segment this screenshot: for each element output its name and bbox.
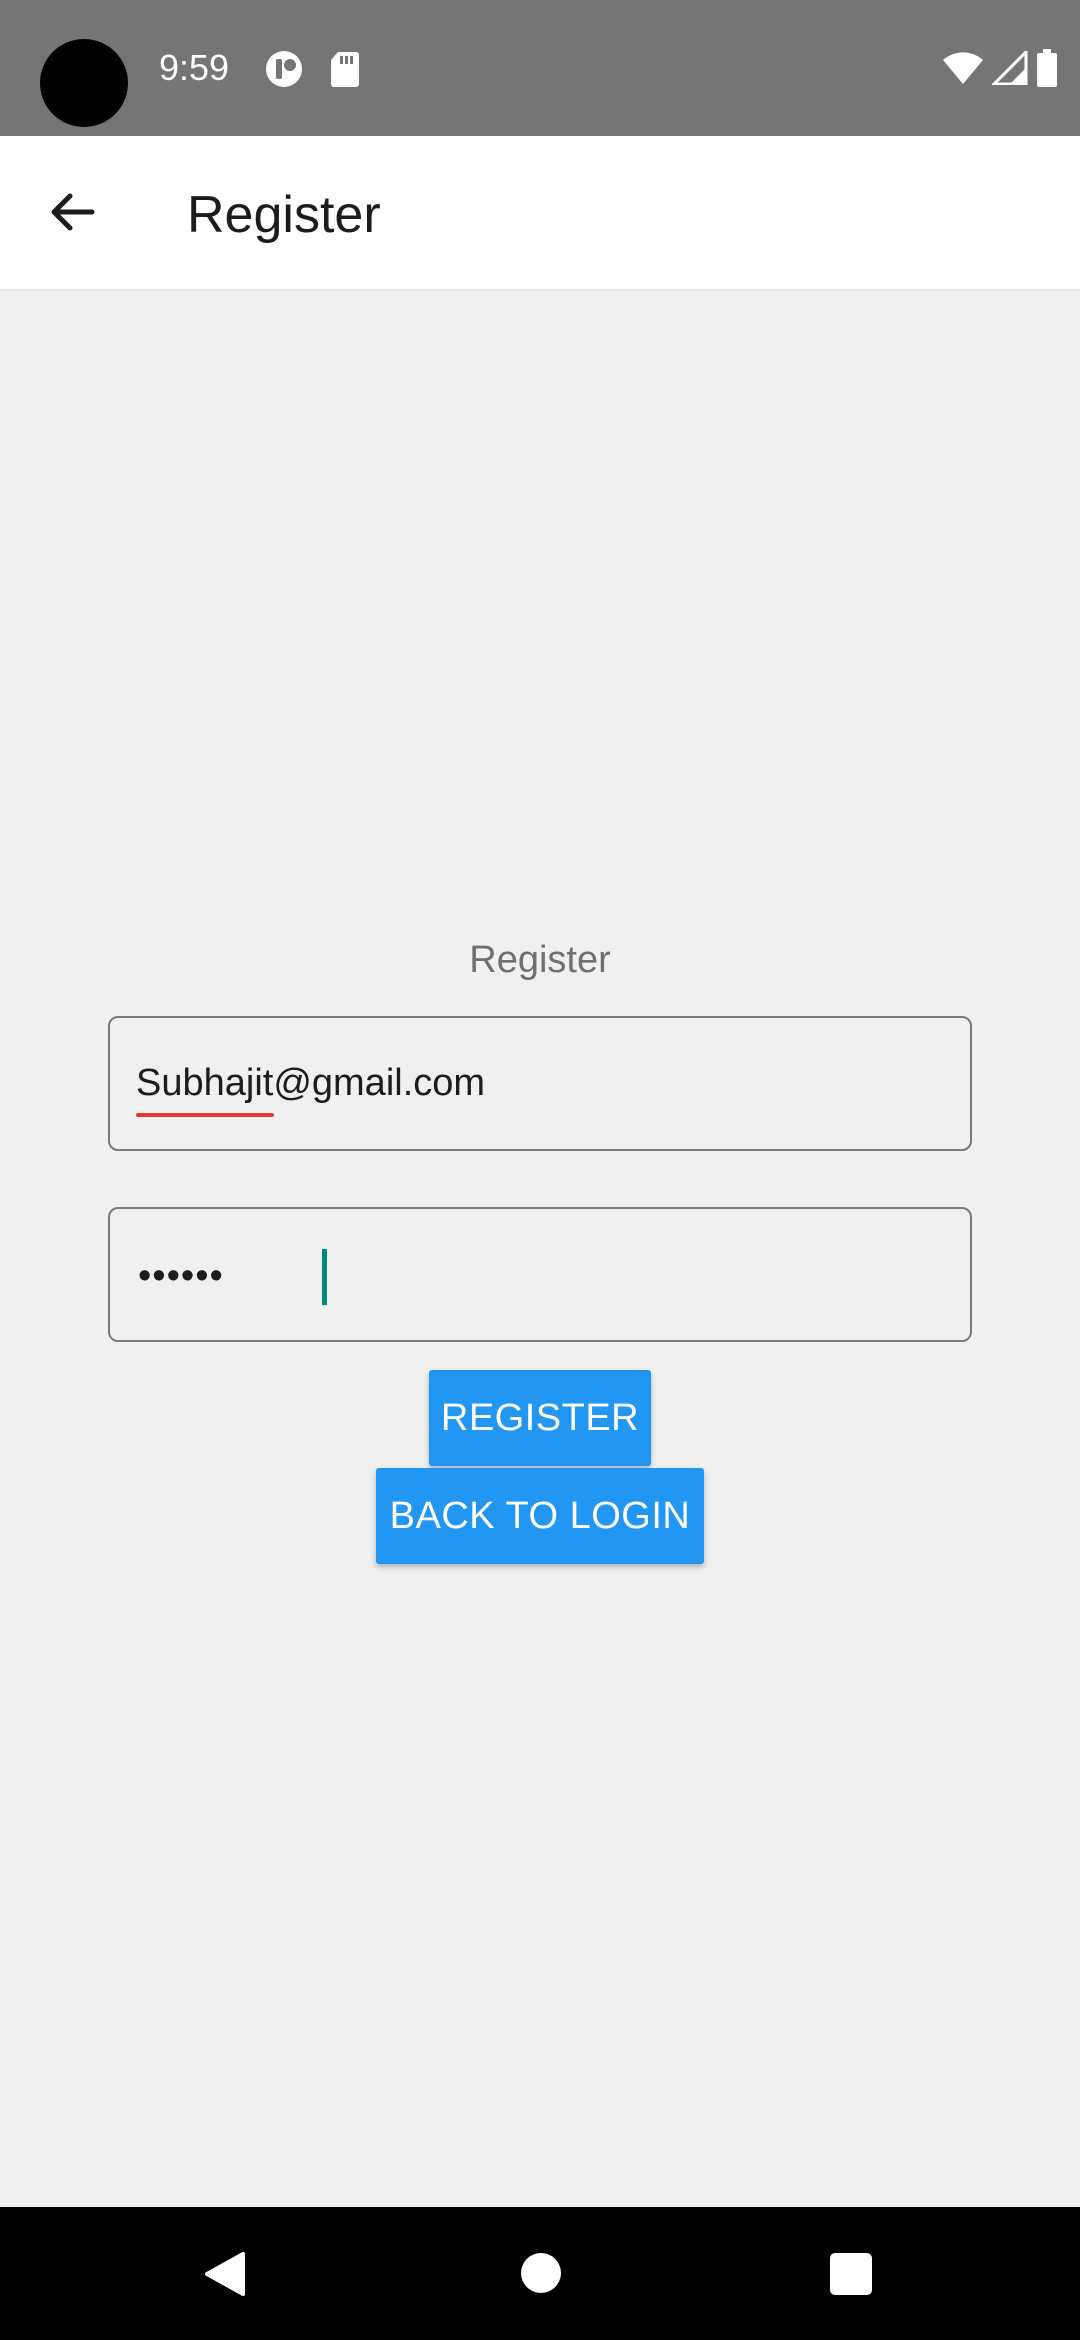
- notification-icon: [266, 51, 302, 87]
- password-field[interactable]: ••••••: [108, 1207, 972, 1342]
- camera-cutout: [40, 39, 128, 127]
- status-bar: 9:59: [0, 0, 1080, 136]
- spellcheck-underline: [136, 1113, 274, 1117]
- nav-recents-icon[interactable]: [830, 2253, 872, 2295]
- status-icons-right: [942, 48, 1058, 88]
- signal-icon: [992, 51, 1028, 85]
- form-heading: Register: [469, 939, 611, 981]
- battery-icon: [1037, 49, 1057, 87]
- wifi-icon: [943, 52, 983, 84]
- text-cursor: [322, 1249, 327, 1305]
- back-to-login-button[interactable]: BACK TO LOGIN: [376, 1468, 704, 1564]
- email-value: Subhajit@gmail.com: [136, 1062, 486, 1104]
- page-title: Register: [187, 186, 381, 244]
- email-field[interactable]: Subhajit@gmail.com: [108, 1016, 972, 1151]
- register-screen: 9:59 Register Register Subhajit@gmail.co…: [0, 0, 1080, 2340]
- password-value: ••••••: [138, 1255, 224, 1297]
- register-button[interactable]: REGISTER: [429, 1370, 651, 1466]
- nav-home-icon[interactable]: [521, 2253, 561, 2293]
- nav-back-icon[interactable]: [201, 2250, 249, 2298]
- sd-card-icon: [331, 52, 359, 87]
- app-bar: [0, 136, 1080, 289]
- status-time: 9:59: [159, 47, 230, 88]
- arrow-back-icon[interactable]: [36, 176, 108, 248]
